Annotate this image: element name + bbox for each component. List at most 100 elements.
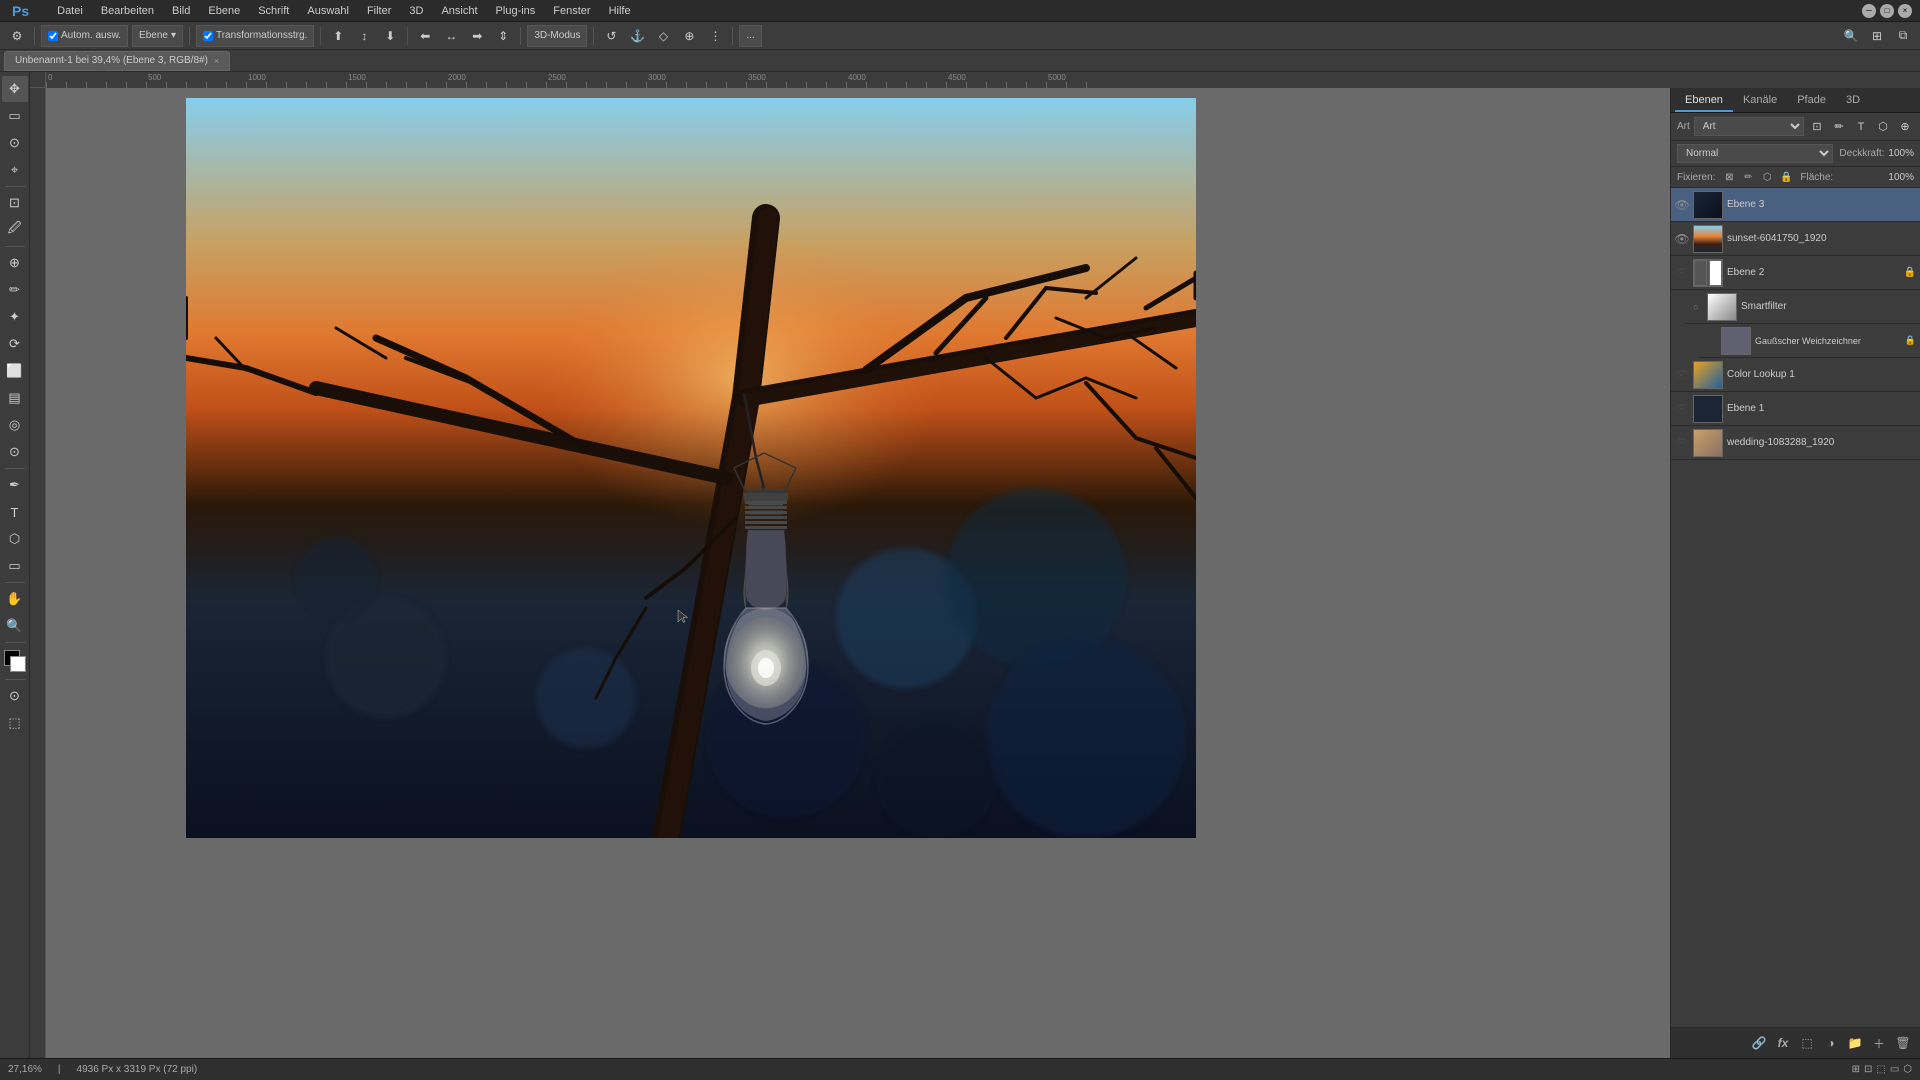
panel-group-btn[interactable]: 📁 <box>1844 1032 1866 1054</box>
mode-3d-btn[interactable]: 3D-Modus <box>527 25 587 47</box>
panel-fx-btn[interactable]: fx <box>1772 1032 1794 1054</box>
layer-icon-5[interactable]: ⊕ <box>1896 118 1914 136</box>
layer-visibility-icon[interactable]: 👁 <box>1675 266 1689 280</box>
dodge-tool[interactable]: ⊙ <box>2 439 28 465</box>
layer-icon-4[interactable]: ⬡ <box>1874 118 1892 136</box>
menu-item-filter[interactable]: Filter <box>359 3 399 19</box>
layer-row[interactable]: 👁 Ebene 1 <box>1671 392 1920 426</box>
more-btn[interactable]: ... <box>739 25 761 47</box>
layer-visibility-icon[interactable]: 👁 <box>1675 368 1689 382</box>
layer-row[interactable]: 👁 Color Lookup 1 <box>1671 358 1920 392</box>
layer-visibility-icon[interactable]: ○ <box>1703 334 1717 348</box>
auto-select-checkbox[interactable] <box>48 31 58 41</box>
brush-tool[interactable]: ✏ <box>2 277 28 303</box>
layer-visibility-icon[interactable]: 👁 <box>1675 402 1689 416</box>
layer-visibility-icon[interactable]: 👁 <box>1675 232 1689 246</box>
status-icon-3[interactable]: ⬚ <box>1876 1064 1885 1075</box>
lock-pixel-btn[interactable]: ⬡ <box>1759 169 1775 185</box>
align-vcenter-btn[interactable]: ↕ <box>353 25 375 47</box>
auto-select-btn[interactable]: Autom. ausw. <box>41 25 128 47</box>
tool-preset-picker[interactable]: ⚙ <box>6 25 28 47</box>
menu-item-auswahl[interactable]: Auswahl <box>299 3 357 19</box>
panel-new-layer-btn[interactable]: ＋ <box>1868 1032 1890 1054</box>
align-bottom-btn[interactable]: ⬇ <box>379 25 401 47</box>
lock-pos-btn[interactable]: ⊠ <box>1721 169 1737 185</box>
path-select-tool[interactable]: ⬡ <box>2 526 28 552</box>
zoom-tool[interactable]: 🔍 <box>2 613 28 639</box>
close-button[interactable]: × <box>1898 4 1912 18</box>
tab-paths[interactable]: Pfade <box>1787 90 1836 112</box>
lasso-tool[interactable]: ⊙ <box>2 130 28 156</box>
crop-tool[interactable]: ⊡ <box>2 190 28 216</box>
lock-all-btn[interactable]: 🔒 <box>1778 169 1794 185</box>
layer-type-select[interactable]: Art <box>1694 117 1804 136</box>
transform-checkbox[interactable] <box>203 31 213 41</box>
pen-tool[interactable]: ✒ <box>2 472 28 498</box>
layer-row[interactable]: 👁 sunset-6041750_1920 <box>1671 222 1920 256</box>
eraser-tool[interactable]: ⬜ <box>2 358 28 384</box>
layer-row[interactable]: ○ Gaußscher Weichzeichner 🔒 <box>1699 324 1920 358</box>
refresh-btn[interactable]: ↺ <box>600 25 622 47</box>
spot-heal-tool[interactable]: ⊕ <box>2 250 28 276</box>
eyedropper-tool[interactable]: 🖉 <box>2 217 28 243</box>
search-btn[interactable]: 🔍 <box>1840 25 1862 47</box>
document-tab[interactable]: Unbenannt-1 bei 39,4% (Ebene 3, RGB/8#) … <box>4 51 230 71</box>
panel-mask-btn[interactable]: ⬚ <box>1796 1032 1818 1054</box>
layer-select-btn[interactable]: Ebene ▾ <box>132 25 183 47</box>
menu-item-fenster[interactable]: Fenster <box>545 3 598 19</box>
extra1-btn[interactable]: ⋮ <box>704 25 726 47</box>
align-top-btn[interactable]: ⬆ <box>327 25 349 47</box>
menu-item-plug-ins[interactable]: Plug-ins <box>488 3 544 19</box>
blend-mode-select[interactable]: Normal <box>1677 144 1833 163</box>
menu-item-bearbeiten[interactable]: Bearbeiten <box>93 3 162 19</box>
status-icon-4[interactable]: ▭ <box>1890 1064 1899 1075</box>
status-icon-5[interactable]: ⬡ <box>1903 1064 1912 1075</box>
layer-visibility-icon[interactable]: 👁 <box>1675 436 1689 450</box>
menu-item-3d[interactable]: 3D <box>401 3 431 19</box>
tab-3d[interactable]: 3D <box>1836 90 1870 112</box>
clone-tool[interactable]: ✦ <box>2 304 28 330</box>
color-pair[interactable] <box>2 648 28 674</box>
layer-row[interactable]: 👁 wedding-1083288_1920 <box>1671 426 1920 460</box>
blur-tool[interactable]: ◎ <box>2 412 28 438</box>
diamond-btn[interactable]: ◇ <box>652 25 674 47</box>
lock-draw-btn[interactable]: ✏ <box>1740 169 1756 185</box>
align-hcenter-btn[interactable]: ↔ <box>440 25 462 47</box>
layer-row[interactable]: 👁 Ebene 2 🔒 <box>1671 256 1920 290</box>
layer-visibility-icon[interactable]: ○ <box>1689 300 1703 314</box>
minimize-button[interactable]: ─ <box>1862 4 1876 18</box>
tab-channels[interactable]: Kanäle <box>1733 90 1787 112</box>
arrange-btn[interactable]: ⧉ <box>1892 25 1914 47</box>
layer-icon-1[interactable]: ⊡ <box>1808 118 1826 136</box>
history-brush-tool[interactable]: ⟳ <box>2 331 28 357</box>
gradient-tool[interactable]: ▤ <box>2 385 28 411</box>
menu-item-datei[interactable]: Datei <box>49 3 91 19</box>
window-controls[interactable]: ─ □ × <box>1862 4 1912 18</box>
anchor-btn[interactable]: ⚓ <box>626 25 648 47</box>
selection-tool[interactable]: ▭ <box>2 103 28 129</box>
tab-layers[interactable]: Ebenen <box>1675 90 1733 112</box>
target-btn[interactable]: ⊕ <box>678 25 700 47</box>
workspace-btn[interactable]: ⊞ <box>1866 25 1888 47</box>
layer-row[interactable]: ○ Smartfilter <box>1685 290 1920 324</box>
menu-item-schrift[interactable]: Schrift <box>250 3 297 19</box>
transform-btn[interactable]: Transformationsstrg. <box>196 25 314 47</box>
layer-visibility-icon[interactable]: 👁 <box>1675 198 1689 212</box>
tab-close-btn[interactable]: × <box>214 56 219 66</box>
menu-item-bild[interactable]: Bild <box>164 3 198 19</box>
canvas-area[interactable] <box>46 88 1670 1058</box>
menu-item-ebene[interactable]: Ebene <box>200 3 248 19</box>
shape-tool[interactable]: ▭ <box>2 553 28 579</box>
align-right-btn[interactable]: ➡ <box>466 25 488 47</box>
text-tool[interactable]: T <box>2 499 28 525</box>
magic-wand-tool[interactable]: ⌖ <box>2 157 28 183</box>
quick-mask-tool[interactable]: ⊙ <box>2 683 28 709</box>
screen-mode-tool[interactable]: ⬚ <box>2 710 28 736</box>
menu-item-hilfe[interactable]: Hilfe <box>601 3 639 19</box>
panel-adjustment-btn[interactable]: ◑ <box>1820 1032 1842 1054</box>
layer-icon-2[interactable]: ✏ <box>1830 118 1848 136</box>
status-icon-1[interactable]: ⊞ <box>1852 1064 1860 1075</box>
layer-icon-3[interactable]: T <box>1852 118 1870 136</box>
distribute-btn[interactable]: ⇕ <box>492 25 514 47</box>
background-color[interactable] <box>10 656 26 672</box>
